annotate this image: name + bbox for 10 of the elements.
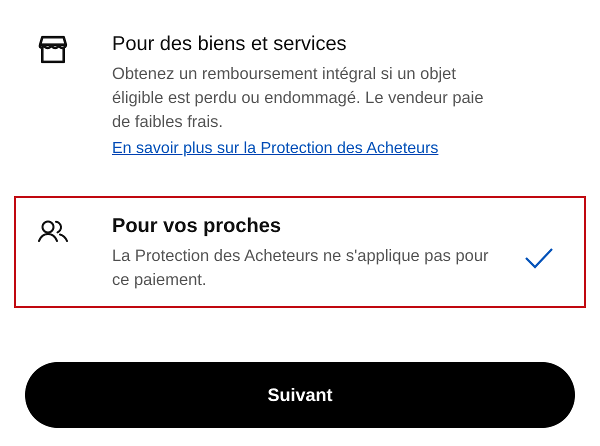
option-description: La Protection des Acheteurs ne s'applique pas pour ce paiement.: [112, 246, 490, 291]
checkmark-icon: [524, 246, 554, 270]
option-title: Pour des biens et services: [112, 32, 348, 57]
option-title: Pour vos proches: [112, 214, 282, 239]
option-card[interactable]: Pour vos proches La Protection des Acheteurs ne s'applique pas pour ce paiement.: [14, 196, 586, 308]
option-description: Obtenez un remboursement intégral si un objet éligible est perdu ou endommagé. Le vendeur paie de faibles frais.: [112, 64, 485, 133]
learn-more-link[interactable]: En savoir plus sur la Protection des Acheteurs: [112, 138, 492, 160]
store-icon: [38, 34, 68, 64]
option-card[interactable]: Pour des biens et services Obtenez un remboursement intégral si un objet éligible est perdu ou endommagé. Le vendeur paie de faibles frais. En savoir plus sur la Protection des Acheteurs: [14, 16, 586, 176]
next-button[interactable]: Suivant: [25, 362, 575, 428]
